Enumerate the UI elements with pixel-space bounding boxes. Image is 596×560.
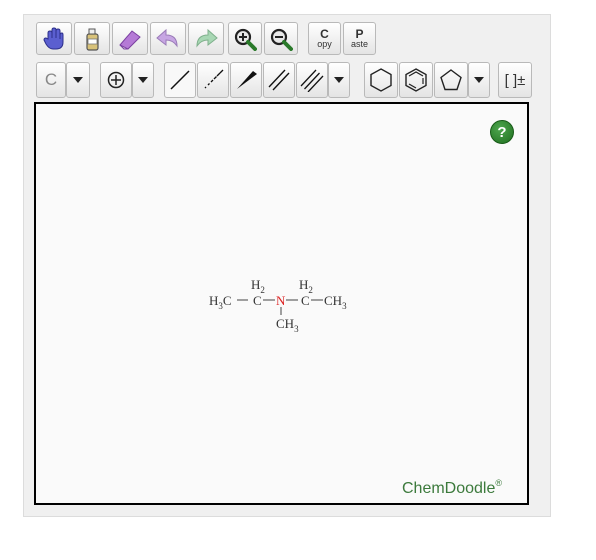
hashed-bond-icon [204, 69, 224, 89]
caret-down-icon [73, 77, 83, 83]
plus-charge-icon [107, 71, 125, 89]
molecule-structure: H3C H2 C N H2 C CH3 CH3 [209, 277, 347, 334]
hexagon-ring-icon [370, 68, 392, 92]
charge-button[interactable] [100, 62, 132, 98]
wedge-bond-icon [237, 71, 257, 89]
zoom-in-icon [234, 28, 257, 51]
wedge-bond-button[interactable] [230, 62, 262, 98]
brand-name: ChemDoodle [402, 480, 496, 497]
copy-small-label: opy [317, 39, 332, 49]
hand-icon [43, 26, 64, 49]
benzene-button[interactable] [399, 62, 433, 98]
element-label: C [44, 70, 58, 89]
bond-dropdown-button[interactable] [328, 62, 350, 98]
zoom-in-button[interactable] [228, 22, 262, 55]
undo-icon [156, 28, 178, 48]
single-bond-icon [170, 70, 190, 90]
benzene-ring-icon [405, 68, 427, 92]
cyclopentane-button[interactable] [434, 62, 468, 98]
caret-down-icon [474, 77, 484, 83]
hashed-bond-button[interactable] [197, 62, 229, 98]
pentagon-ring-icon [440, 69, 462, 91]
atom-n-methyl: CH3 [276, 316, 299, 334]
element-dropdown-button[interactable] [66, 62, 90, 98]
help-label: ? [497, 123, 507, 141]
caret-down-icon [334, 77, 344, 83]
atom-left-methyl: H3C [209, 293, 232, 311]
brand-registered-mark: ® [495, 478, 503, 488]
atom-nitrogen: N [276, 293, 286, 308]
chemdoodle-brand: ChemDoodle® [402, 478, 503, 498]
zoom-out-icon [270, 28, 293, 51]
triple-bond-button[interactable] [296, 62, 328, 98]
double-bond-icon [268, 69, 290, 91]
undo-button[interactable] [150, 22, 186, 55]
atom-right-methyl: CH3 [324, 293, 347, 311]
triple-bond-icon [300, 69, 324, 92]
eraser-bottle-button[interactable] [74, 22, 110, 55]
ring-dropdown-button[interactable] [468, 62, 490, 98]
bracket-charge-label: [ ]± [504, 71, 526, 89]
eraser-icon [119, 29, 141, 50]
caret-down-icon [138, 77, 148, 83]
atom-ch2-right-c: C [301, 293, 310, 308]
element-label-button[interactable]: C [36, 62, 66, 98]
copy-button[interactable]: C opy [308, 22, 341, 55]
eraser-button[interactable] [112, 22, 148, 55]
help-icon[interactable]: ? [490, 120, 514, 144]
paste-small-label: aste [350, 39, 368, 49]
spray-bottle-icon [86, 28, 99, 51]
redo-icon [196, 28, 218, 48]
cyclohexane-button[interactable] [364, 62, 398, 98]
double-bond-button[interactable] [263, 62, 295, 98]
charge-dropdown-button[interactable] [132, 62, 154, 98]
hand-pan-button[interactable] [36, 22, 72, 55]
redo-button[interactable] [188, 22, 224, 55]
paste-button[interactable]: P aste [343, 22, 376, 55]
atom-ch2-left-c: C [253, 293, 262, 308]
bracket-charge-button[interactable]: [ ]± [498, 62, 532, 98]
single-bond-button[interactable] [164, 62, 196, 98]
drawing-canvas[interactable]: H3C H2 C N H2 C CH3 CH3 [34, 102, 529, 505]
zoom-out-button[interactable] [264, 22, 298, 55]
